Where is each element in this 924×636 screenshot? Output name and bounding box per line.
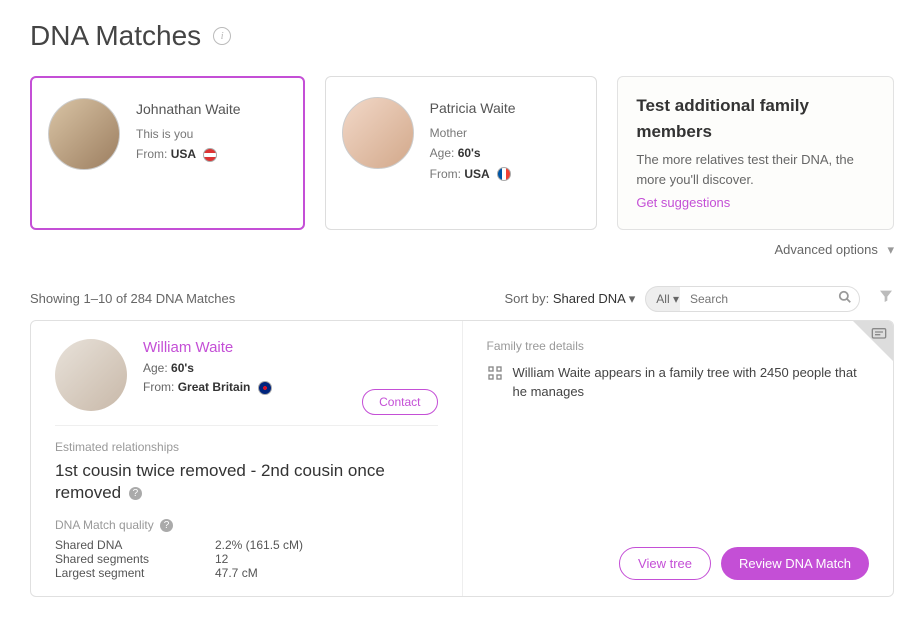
tree-section-label: Family tree details [487,339,870,353]
flag-uk-icon [258,381,272,395]
profile-name: Patricia Waite [430,97,516,121]
quality-row: Largest segment 47.7 cM [55,566,438,580]
advanced-options[interactable]: Advanced options ▾ [30,242,894,258]
match-from: From: Great Britain [143,378,272,397]
info-icon[interactable]: i [213,27,231,45]
profile-card-mother[interactable]: Patricia Waite Mother Age: 60's From: US… [325,76,598,230]
quality-table: Shared DNA 2.2% (161.5 cM) Shared segmen… [55,538,438,580]
avatar [55,339,127,411]
promo-body: The more relatives test their DNA, the m… [636,150,875,189]
tree-text: William Waite appears in a family tree w… [513,363,870,402]
help-icon[interactable]: ? [160,519,173,532]
profile-subtitle: Mother [430,123,516,143]
help-icon[interactable]: ? [129,487,142,500]
listing-header: Showing 1–10 of 284 DNA Matches Sort by:… [30,286,894,312]
profile-age: Age: 60's [430,143,516,163]
match-card: William Waite Age: 60's From: Great Brit… [30,320,894,598]
match-left-panel: William Waite Age: 60's From: Great Brit… [31,321,463,597]
filter-icon[interactable] [878,288,894,309]
sort-control[interactable]: Sort by: Shared DNA ▾ [504,291,635,307]
review-match-button[interactable]: Review DNA Match [721,547,869,580]
contact-button[interactable]: Contact [362,389,437,415]
match-actions: View tree Review DNA Match [619,547,869,580]
promo-title: Test additional family members [636,93,875,144]
est-rel-label: Estimated relationships [55,440,438,454]
tree-details: William Waite appears in a family tree w… [487,363,870,402]
profile-info: Patricia Waite Mother Age: 60's From: US… [430,97,516,184]
chevron-down-icon: ▾ [629,291,636,306]
chevron-down-icon: ▾ [887,242,894,257]
promo-link[interactable]: Get suggestions [636,193,730,213]
flag-usa-icon [203,148,217,162]
profile-cards-row: Johnathan Waite This is you From: USA Pa… [30,76,894,230]
profile-card-self[interactable]: Johnathan Waite This is you From: USA [30,76,305,230]
avatar [48,98,120,170]
match-name[interactable]: William Waite [143,339,272,356]
view-tree-button[interactable]: View tree [619,547,711,580]
match-header: William Waite Age: 60's From: Great Brit… [55,339,438,426]
page-title: DNA Matches [30,20,201,52]
search-icon[interactable] [838,290,852,307]
match-info: William Waite Age: 60's From: Great Brit… [143,339,272,397]
page-header: DNA Matches i [30,20,894,52]
promo-card: Test additional family members The more … [617,76,894,230]
profile-from: From: USA [430,164,516,184]
avatar [342,97,414,169]
profile-subtitle: This is you [136,124,241,144]
tree-icon [487,365,503,387]
profile-name: Johnathan Waite [136,98,241,122]
quality-row: Shared DNA 2.2% (161.5 cM) [55,538,438,552]
notes-icon[interactable] [871,327,887,344]
relationship-text: 1st cousin twice removed - 2nd cousin on… [55,460,438,504]
flag-france-icon [497,167,511,181]
profile-from: From: USA [136,144,241,164]
match-right-panel: Family tree details William Waite appear… [463,321,894,597]
quality-row: Shared segments 12 [55,552,438,566]
quality-label: DNA Match quality ? [55,518,438,532]
listing-controls: Sort by: Shared DNA ▾ All ▾ [504,286,894,312]
search-wrap: All ▾ [645,286,860,312]
search-input[interactable] [680,286,860,312]
profile-info: Johnathan Waite This is you From: USA [136,98,241,165]
match-age: Age: 60's [143,359,272,378]
listing-count: Showing 1–10 of 284 DNA Matches [30,291,235,306]
